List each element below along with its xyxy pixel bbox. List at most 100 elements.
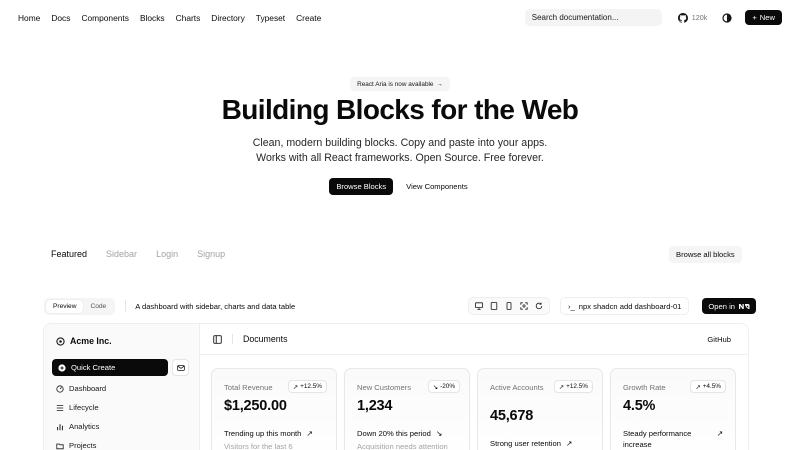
github-header-link[interactable]: GitHub bbox=[707, 335, 731, 344]
preview-header: Documents GitHub bbox=[200, 324, 748, 355]
sidebar-toggle-button[interactable] bbox=[212, 334, 222, 344]
install-command: npx shadcn add dashboard-01 bbox=[578, 301, 682, 311]
trending-up-icon: ↗ bbox=[695, 383, 701, 391]
inbox-button[interactable] bbox=[172, 359, 189, 376]
block-tabs: Featured Sidebar Login Signup bbox=[51, 249, 244, 259]
preview-main: Documents GitHub Total Revenue ↗ +12.5% … bbox=[199, 324, 748, 450]
nav-link-docs[interactable]: Docs bbox=[51, 13, 70, 23]
list-icon bbox=[56, 404, 64, 411]
tab-sidebar[interactable]: Sidebar bbox=[106, 249, 137, 259]
github-icon bbox=[677, 12, 688, 23]
fullscreen-button[interactable] bbox=[518, 300, 530, 312]
divider bbox=[125, 300, 127, 312]
trend-value: +12.5% bbox=[566, 383, 588, 390]
stat-label: Growth Rate bbox=[623, 383, 666, 392]
trending-up-icon: ↗ bbox=[565, 439, 573, 448]
search-input[interactable]: Search documentation... bbox=[524, 9, 662, 26]
github-link[interactable]: 120k bbox=[677, 12, 707, 23]
announcement-badge[interactable]: React Aria is now available → bbox=[350, 77, 450, 91]
plus-icon: + bbox=[752, 13, 757, 22]
stat-card-active-accounts: Active Accounts ↗ +12.5% 45,678 Strong u… bbox=[477, 368, 603, 450]
sidebar-item-label: Lifecycle bbox=[69, 403, 99, 412]
sidebar-item-projects[interactable]: Projects bbox=[56, 441, 96, 450]
terminal-icon: ›_ bbox=[568, 301, 575, 311]
hero-title: Building Blocks for the Web bbox=[221, 94, 579, 125]
tab-login[interactable]: Login bbox=[156, 249, 178, 259]
stat-card-total-revenue: Total Revenue ↗ +12.5% $1,250.00 Trendin… bbox=[211, 368, 337, 450]
refresh-button[interactable] bbox=[533, 300, 545, 312]
nav-link-directory[interactable]: Directory bbox=[211, 13, 245, 23]
sidebar-item-analytics[interactable]: Analytics bbox=[56, 422, 99, 431]
copy-command-button[interactable]: ›_ npx shadcn add dashboard-01 bbox=[560, 297, 690, 315]
chart-bar-icon bbox=[57, 423, 63, 430]
nav-link-typeset[interactable]: Typeset bbox=[256, 13, 285, 23]
trending-up-icon: ↗ bbox=[558, 383, 565, 391]
hero-subtitle-line-1: Clean, modern building blocks. Copy and … bbox=[252, 137, 548, 149]
sidebar-item-dashboard[interactable]: Dashboard bbox=[56, 384, 106, 393]
stat-card-growth-rate: Growth Rate ↗ +4.5% 4.5% Steady performa… bbox=[610, 368, 736, 450]
stat-label: Active Accounts bbox=[490, 383, 544, 392]
tab-signup[interactable]: Signup bbox=[197, 249, 225, 259]
desktop-view-button[interactable] bbox=[473, 300, 485, 312]
view-mode-toggle: Preview Code bbox=[44, 297, 116, 315]
browse-blocks-button[interactable]: Browse Blocks bbox=[329, 178, 394, 195]
viewport-switcher bbox=[468, 297, 551, 315]
tab-featured[interactable]: Featured bbox=[51, 249, 87, 259]
stat-footer: Strong user retention ↗ bbox=[490, 438, 590, 449]
trending-up-icon: ↗ bbox=[292, 383, 299, 391]
nav-link-charts[interactable]: Charts bbox=[176, 13, 201, 23]
tablet-icon bbox=[490, 302, 498, 310]
announcement-text: React Aria is now available bbox=[357, 80, 434, 88]
trending-down-icon: ↘ bbox=[432, 383, 439, 391]
trending-down-icon: ↘ bbox=[435, 429, 443, 438]
nav-actions: Search documentation... 120k + New bbox=[524, 9, 782, 26]
top-nav: Home Docs Components Blocks Charts Direc… bbox=[0, 0, 800, 35]
divider bbox=[232, 334, 233, 344]
stat-footer-text: Down 20% this period bbox=[357, 429, 431, 438]
stat-subtext: Visitors for the last 6 bbox=[224, 442, 293, 450]
block-description: A dashboard with sidebar, charts and dat… bbox=[135, 301, 296, 311]
stat-footer-text: Steady performance increase bbox=[623, 429, 692, 449]
toolbar-actions: ›_ npx shadcn add dashboard-01 Open in bbox=[468, 297, 756, 315]
code-tab[interactable]: Code bbox=[83, 300, 113, 313]
brand[interactable]: Acme Inc. bbox=[56, 336, 112, 346]
plus-circle-icon bbox=[58, 363, 66, 372]
view-components-button[interactable]: View Components bbox=[403, 178, 471, 195]
brand-name: Acme Inc. bbox=[70, 336, 112, 346]
stat-card-new-customers: New Customers ↘ -20% 1,234 Down 20% this… bbox=[344, 368, 470, 450]
hero-subtitle-line-2: Works with all React frameworks. Open So… bbox=[256, 152, 544, 164]
trending-up-icon: ↗ bbox=[306, 429, 313, 438]
quick-create-label: Quick Create bbox=[71, 363, 116, 372]
new-button[interactable]: + New bbox=[745, 10, 782, 25]
stat-value: 1,234 bbox=[357, 398, 393, 414]
mobile-view-button[interactable] bbox=[503, 300, 515, 312]
quick-create-button[interactable]: Quick Create bbox=[52, 359, 168, 376]
sidebar-item-label: Projects bbox=[69, 441, 97, 450]
nav-link-blocks[interactable]: Blocks bbox=[140, 13, 165, 23]
trending-up-icon: ↗ bbox=[716, 429, 723, 438]
mail-icon bbox=[176, 364, 185, 371]
nav-link-home[interactable]: Home bbox=[18, 13, 40, 23]
folder-icon bbox=[56, 443, 64, 449]
block-toolbar: Preview Code A dashboard with sidebar, c… bbox=[44, 297, 756, 315]
preview-tab[interactable]: Preview bbox=[46, 299, 84, 313]
nav-link-create[interactable]: Create bbox=[296, 13, 321, 23]
sidebar-item-label: Analytics bbox=[69, 422, 100, 431]
monitor-icon bbox=[475, 302, 483, 310]
theme-toggle-button[interactable] bbox=[721, 12, 733, 24]
circle-logo-icon bbox=[56, 336, 65, 346]
stat-label: Total Revenue bbox=[224, 383, 273, 392]
browse-all-blocks-button[interactable]: Browse all blocks bbox=[669, 246, 742, 263]
stat-footer: Trending up this month ↗ bbox=[224, 428, 324, 439]
open-in-v0-button[interactable]: Open in bbox=[702, 298, 756, 314]
hero-subtitle: Clean, modern building blocks. Copy and … bbox=[0, 136, 800, 166]
sidebar-item-lifecycle[interactable]: Lifecycle bbox=[56, 403, 99, 412]
trend-badge: ↗ +12.5% bbox=[553, 380, 593, 393]
stat-footer-text: Strong user retention bbox=[490, 439, 561, 448]
nav-link-components[interactable]: Components bbox=[81, 13, 129, 23]
v0-logo-icon bbox=[739, 303, 750, 309]
new-button-label: New bbox=[759, 13, 775, 22]
trend-badge: ↗ +4.5% bbox=[690, 380, 726, 393]
stat-footer: Steady performance increase ↗ bbox=[623, 428, 723, 450]
tablet-view-button[interactable] bbox=[488, 300, 500, 312]
